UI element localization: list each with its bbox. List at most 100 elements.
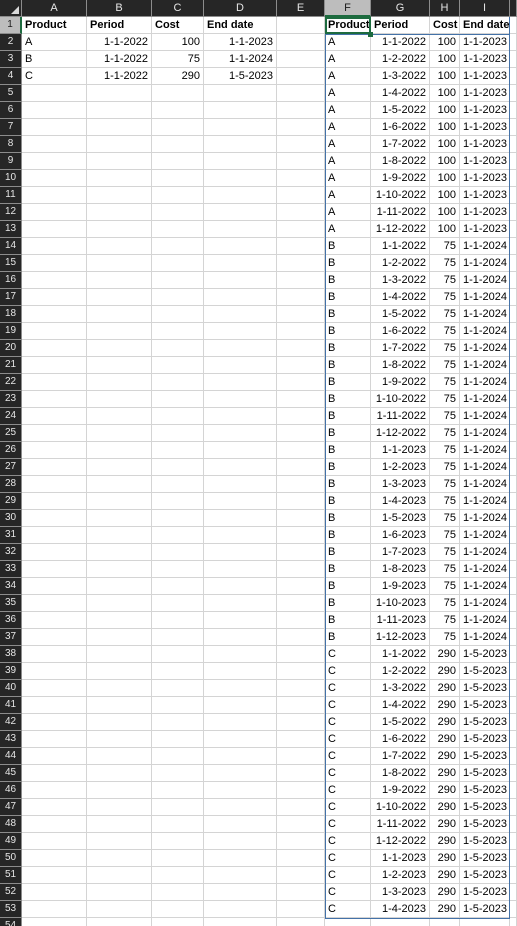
row-header-25[interactable]: 25 (0, 425, 22, 442)
cell-D48[interactable] (204, 816, 277, 833)
cell-A28[interactable] (22, 476, 87, 493)
cell-A31[interactable] (22, 527, 87, 544)
cell-B21[interactable] (87, 357, 152, 374)
cell-E34[interactable] (277, 578, 325, 595)
cell-B25[interactable] (87, 425, 152, 442)
cell-E48[interactable] (277, 816, 325, 833)
cell-I10[interactable]: 1-1-2023 (460, 170, 510, 187)
cell-H49[interactable]: 290 (430, 833, 460, 850)
cell-E33[interactable] (277, 561, 325, 578)
cell-H10[interactable]: 100 (430, 170, 460, 187)
cell-G12[interactable]: 1-11-2022 (371, 204, 430, 221)
cell-E23[interactable] (277, 391, 325, 408)
cell-D39[interactable] (204, 663, 277, 680)
row-header-52[interactable]: 52 (0, 884, 22, 901)
cell-H8[interactable]: 100 (430, 136, 460, 153)
grid-row-9[interactable]: A 1-8-2022 100 1-1-2023 (22, 153, 517, 170)
row-header-19[interactable]: 19 (0, 323, 22, 340)
row-header-6[interactable]: 6 (0, 102, 22, 119)
row-header-24[interactable]: 24 (0, 408, 22, 425)
grid-row-8[interactable]: A 1-7-2022 100 1-1-2023 (22, 136, 517, 153)
cell-C1[interactable]: Cost (152, 17, 204, 34)
cell-E24[interactable] (277, 408, 325, 425)
cell-F4[interactable]: A (325, 68, 371, 85)
cell-I31[interactable]: 1-1-2024 (460, 527, 510, 544)
cell-G10[interactable]: 1-9-2022 (371, 170, 430, 187)
cell-F20[interactable]: B (325, 340, 371, 357)
cell-J40[interactable] (510, 680, 517, 697)
cell-A29[interactable] (22, 493, 87, 510)
cell-E40[interactable] (277, 680, 325, 697)
grid-row-44[interactable]: C 1-7-2022 290 1-5-2023 (22, 748, 517, 765)
cell-A20[interactable] (22, 340, 87, 357)
cell-J4[interactable] (510, 68, 517, 85)
cell-D19[interactable] (204, 323, 277, 340)
cell-H34[interactable]: 75 (430, 578, 460, 595)
cell-G7[interactable]: 1-6-2022 (371, 119, 430, 136)
cell-E41[interactable] (277, 697, 325, 714)
cell-G31[interactable]: 1-6-2023 (371, 527, 430, 544)
row-header-45[interactable]: 45 (0, 765, 22, 782)
cell-A1[interactable]: Product (22, 17, 87, 34)
grid-row-42[interactable]: C 1-5-2022 290 1-5-2023 (22, 714, 517, 731)
cell-D2[interactable]: 1-1-2023 (204, 34, 277, 51)
cell-B31[interactable] (87, 527, 152, 544)
cell-B26[interactable] (87, 442, 152, 459)
cell-E10[interactable] (277, 170, 325, 187)
cell-D36[interactable] (204, 612, 277, 629)
cell-B35[interactable] (87, 595, 152, 612)
cell-E36[interactable] (277, 612, 325, 629)
row-header-20[interactable]: 20 (0, 340, 22, 357)
cell-G40[interactable]: 1-3-2022 (371, 680, 430, 697)
cell-J48[interactable] (510, 816, 517, 833)
cell-B12[interactable] (87, 204, 152, 221)
cell-H6[interactable]: 100 (430, 102, 460, 119)
cell-J24[interactable] (510, 408, 517, 425)
cell-B23[interactable] (87, 391, 152, 408)
cell-B14[interactable] (87, 238, 152, 255)
grid-row-6[interactable]: A 1-5-2022 100 1-1-2023 (22, 102, 517, 119)
cell-A2[interactable]: A (22, 34, 87, 51)
grid-row-2[interactable]: A 1-1-2022 100 1-1-2023 A 1-1-2022 100 1-1-2023 (22, 34, 517, 51)
cell-A36[interactable] (22, 612, 87, 629)
cell-F38[interactable]: C (325, 646, 371, 663)
cell-B24[interactable] (87, 408, 152, 425)
row-header-4[interactable]: 4 (0, 68, 22, 85)
cell-D43[interactable] (204, 731, 277, 748)
cell-G32[interactable]: 1-7-2023 (371, 544, 430, 561)
cell-H7[interactable]: 100 (430, 119, 460, 136)
cell-J12[interactable] (510, 204, 517, 221)
grid-row-29[interactable]: B 1-4-2023 75 1-1-2024 (22, 493, 517, 510)
cell-G20[interactable]: 1-7-2022 (371, 340, 430, 357)
cell-I30[interactable]: 1-1-2024 (460, 510, 510, 527)
cell-J33[interactable] (510, 561, 517, 578)
cell-I50[interactable]: 1-5-2023 (460, 850, 510, 867)
grid-row-21[interactable]: B 1-8-2022 75 1-1-2024 (22, 357, 517, 374)
cell-I54[interactable] (460, 918, 510, 926)
cell-J32[interactable] (510, 544, 517, 561)
cell-E35[interactable] (277, 595, 325, 612)
cell-C37[interactable] (152, 629, 204, 646)
cell-J2[interactable] (510, 34, 517, 51)
cell-H32[interactable]: 75 (430, 544, 460, 561)
cell-D26[interactable] (204, 442, 277, 459)
cell-J25[interactable] (510, 425, 517, 442)
cell-C32[interactable] (152, 544, 204, 561)
grid-row-51[interactable]: C 1-2-2023 290 1-5-2023 (22, 867, 517, 884)
cell-G33[interactable]: 1-8-2023 (371, 561, 430, 578)
cell-J46[interactable] (510, 782, 517, 799)
cell-E53[interactable] (277, 901, 325, 918)
cell-B27[interactable] (87, 459, 152, 476)
grid-row-48[interactable]: C 1-11-2022 290 1-5-2023 (22, 816, 517, 833)
row-header-53[interactable]: 53 (0, 901, 22, 918)
cell-D46[interactable] (204, 782, 277, 799)
cell-E4[interactable] (277, 68, 325, 85)
grid-row-16[interactable]: B 1-3-2022 75 1-1-2024 (22, 272, 517, 289)
column-header-i[interactable]: I (460, 0, 510, 17)
cell-E18[interactable] (277, 306, 325, 323)
cell-F23[interactable]: B (325, 391, 371, 408)
grid-row-32[interactable]: B 1-7-2023 75 1-1-2024 (22, 544, 517, 561)
cell-B49[interactable] (87, 833, 152, 850)
cell-I36[interactable]: 1-1-2024 (460, 612, 510, 629)
grid-row-43[interactable]: C 1-6-2022 290 1-5-2023 (22, 731, 517, 748)
